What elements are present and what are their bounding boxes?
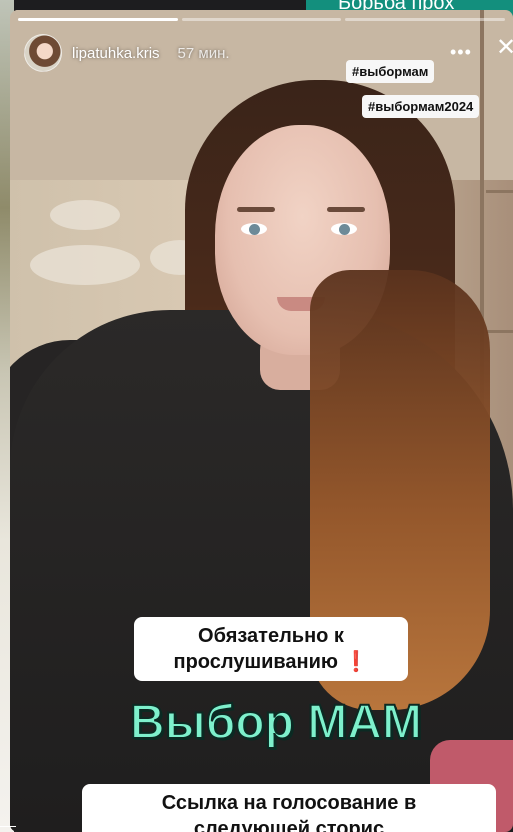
caption-line: Обязательно к xyxy=(198,625,344,647)
brow xyxy=(327,207,365,212)
avatar[interactable] xyxy=(24,34,62,72)
more-horizontal-icon[interactable]: ••• xyxy=(450,42,472,63)
iris xyxy=(249,224,260,235)
story-progress-bar xyxy=(18,18,506,21)
link-caption-line: следующей сторис xyxy=(193,818,385,832)
close-icon[interactable]: ✕ xyxy=(496,36,513,60)
headline-text: Выбор МАМ xyxy=(129,695,423,750)
iris xyxy=(339,224,350,235)
wall-cloud xyxy=(30,245,140,285)
hashtag-sticker[interactable]: #выбормам xyxy=(346,60,435,83)
caption-line: прослушиванию xyxy=(173,651,339,673)
progress-segment xyxy=(18,18,178,21)
eye xyxy=(331,223,357,235)
time-ago: 57 мин. xyxy=(177,44,230,62)
divider xyxy=(0,826,16,827)
wall-cloud xyxy=(50,200,120,230)
story-header: lipatuhka.kris 57 мин. xyxy=(24,34,230,72)
caption-sticker: Обязательно к прослушиванию ❗ xyxy=(134,617,408,681)
brow xyxy=(237,207,275,212)
story-viewer[interactable]: lipatuhka.kris 57 мин. ••• ✕ #выбормам #… xyxy=(10,10,513,832)
shelf-edge xyxy=(486,190,513,193)
eye xyxy=(241,223,267,235)
link-caption-sticker: Ссылка на голосование в следующей сторис xyxy=(82,784,496,832)
hashtag-sticker[interactable]: #выбормам2024 xyxy=(362,95,480,118)
exclamation-icon: ❗ xyxy=(343,651,369,673)
caption-line-with-mark: прослушиванию ❗ xyxy=(146,649,396,675)
link-caption-line: Ссылка на голосование в xyxy=(161,792,417,814)
username[interactable]: lipatuhka.kris xyxy=(72,45,160,62)
shelf-edge xyxy=(486,330,513,333)
progress-segment xyxy=(181,18,342,21)
progress-segment xyxy=(345,18,506,21)
